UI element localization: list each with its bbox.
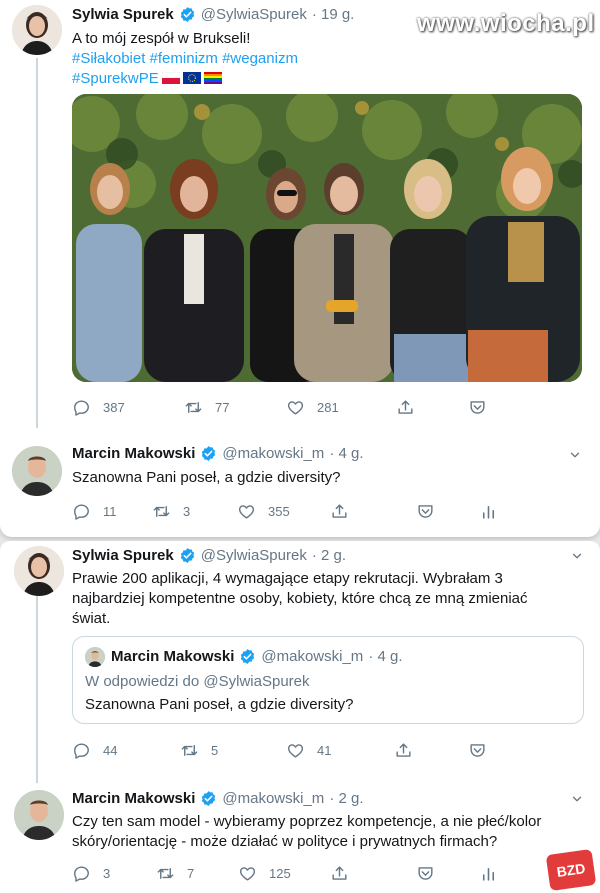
author-handle[interactable]: @SylwiaSpurek (201, 6, 307, 23)
analytics-button[interactable] (479, 502, 498, 521)
verified-badge-icon (200, 790, 217, 807)
reply-button[interactable]: 387 (72, 398, 125, 417)
save-button[interactable] (468, 398, 487, 417)
author-name[interactable]: Marcin Makowski (72, 790, 195, 807)
thread-line (36, 58, 38, 428)
save-button[interactable] (468, 741, 487, 760)
verified-badge-icon (179, 547, 196, 564)
like-button[interactable]: 125 (238, 864, 291, 883)
verified-badge-icon (179, 6, 196, 23)
avatar[interactable] (14, 546, 64, 596)
retweet-button[interactable]: 7 (156, 864, 194, 883)
tweet-actions: 387 77 281 (72, 398, 572, 420)
retweet-count: 7 (187, 866, 195, 881)
quoted-avatar (85, 647, 105, 667)
tweet-text: A to mój zespół w Brukseli! #Siłakobiet … (72, 29, 572, 89)
tweet-time[interactable]: · 2 g. (312, 547, 346, 564)
retweet-count: 3 (183, 504, 191, 519)
reply-count: 387 (103, 400, 125, 415)
tweet-header: Sylwia Spurek @SylwiaSpurek · 19 g. (72, 6, 354, 23)
reply-count: 3 (103, 866, 111, 881)
more-options-chevron-icon[interactable] (570, 549, 584, 563)
site-logo-badge: BZD (545, 848, 597, 892)
hashtag-links[interactable]: #Siłakobiet #feminizm #weganizm (72, 49, 572, 69)
quoted-text: Szanowna Pani poseł, a gdzie diversity? (85, 696, 354, 713)
like-count: 355 (268, 504, 290, 519)
share-button[interactable] (330, 502, 349, 521)
like-button[interactable]: 41 (286, 741, 331, 760)
verified-badge-icon (239, 648, 256, 665)
analytics-button[interactable] (479, 864, 498, 883)
share-button[interactable] (330, 864, 349, 883)
avatar[interactable] (14, 790, 64, 840)
thread-line (36, 595, 38, 783)
quoted-tweet[interactable]: Marcin Makowski @makowski_m · 4 g. W odp… (72, 636, 584, 724)
tweet-actions: 3 7 125 (72, 864, 572, 886)
author-handle[interactable]: @makowski_m (222, 445, 324, 462)
tweet-text: Szanowna Pani poseł, a gdzie diversity? (72, 469, 341, 486)
like-count: 125 (269, 866, 291, 881)
retweet-button[interactable]: 5 (180, 741, 218, 760)
tweet-text-line: Czy ten sam model - wybieramy poprzez ko… (72, 813, 542, 830)
like-count: 41 (317, 743, 332, 758)
tweet-header: Sylwia Spurek @SylwiaSpurek · 2 g. (72, 547, 346, 564)
tweet-time[interactable]: · 4 g. (329, 445, 363, 462)
author-name[interactable]: Marcin Makowski (72, 445, 195, 462)
retweet-count: 5 (211, 743, 219, 758)
rainbow-flag-icon (203, 72, 222, 84)
tweet-text-line: skóry/orientację - może działać w polity… (72, 833, 498, 850)
retweet-count: 77 (215, 400, 230, 415)
quoted-author-handle: @makowski_m (261, 648, 364, 665)
like-button[interactable]: 355 (237, 502, 290, 521)
like-button[interactable]: 281 (286, 398, 339, 417)
tweet-time[interactable]: · 2 g. (329, 790, 363, 807)
tweet-text: Czy ten sam model - wybieramy poprzez ko… (72, 812, 592, 852)
tweet-actions: 44 5 41 (72, 741, 572, 763)
quoted-author-name: Marcin Makowski (111, 648, 235, 665)
reply-button[interactable]: 3 (72, 864, 110, 883)
tweet-text-line: świat. (72, 610, 111, 627)
hashtag-row: #SpurekwPE (72, 69, 572, 89)
retweet-button[interactable]: 3 (152, 502, 190, 521)
avatar[interactable] (12, 446, 62, 496)
reply-button[interactable]: 11 (72, 502, 117, 521)
team-photo-image (72, 94, 582, 382)
more-options-chevron-icon[interactable] (570, 792, 584, 806)
like-count: 281 (317, 400, 339, 415)
eu-flag-icon (182, 72, 201, 84)
tweet-time[interactable]: · 19 g. (312, 6, 355, 23)
author-name[interactable]: Sylwia Spurek (72, 547, 174, 564)
thread-card-top: Sylwia Spurek @SylwiaSpurek · 19 g. www.… (0, 0, 600, 537)
author-handle[interactable]: @SylwiaSpurek (201, 547, 307, 564)
quoted-time: · 4 g. (368, 648, 403, 665)
tweet-text-line: Prawie 200 aplikacji, 4 wymagające etapy… (72, 570, 503, 587)
tweet-photo[interactable] (72, 94, 582, 382)
save-button[interactable] (416, 502, 435, 521)
avatar[interactable] (12, 5, 62, 55)
more-options-chevron-icon[interactable] (568, 448, 582, 462)
tweet-text: Prawie 200 aplikacji, 4 wymagające etapy… (72, 569, 592, 629)
save-button[interactable] (416, 864, 435, 883)
quoted-reply-to: W odpowiedzi do @SylwiaSpurek (85, 673, 310, 690)
retweet-button[interactable]: 77 (184, 398, 229, 417)
tweet-actions: 11 3 355 (72, 502, 572, 524)
share-button[interactable] (396, 398, 415, 417)
tweet-text-line: A to mój zespół w Brukseli! (72, 30, 251, 47)
author-name[interactable]: Sylwia Spurek (72, 6, 174, 23)
reply-count: 44 (103, 743, 118, 758)
pl-flag-icon (161, 72, 180, 84)
share-button[interactable] (394, 741, 413, 760)
reply-count: 11 (103, 504, 117, 519)
tweet-text-line: najbardziej kompetentne osoby, kobiety, … (72, 590, 528, 607)
tweet-header: Marcin Makowski @makowski_m · 4 g. (72, 445, 364, 462)
reply-button[interactable]: 44 (72, 741, 117, 760)
tweet-header: Marcin Makowski @makowski_m · 2 g. (72, 790, 364, 807)
quoted-header: Marcin Makowski @makowski_m · 4 g. (111, 648, 403, 665)
hashtag-link[interactable]: #SpurekwPE (72, 70, 159, 87)
author-handle[interactable]: @makowski_m (222, 790, 324, 807)
verified-badge-icon (200, 445, 217, 462)
